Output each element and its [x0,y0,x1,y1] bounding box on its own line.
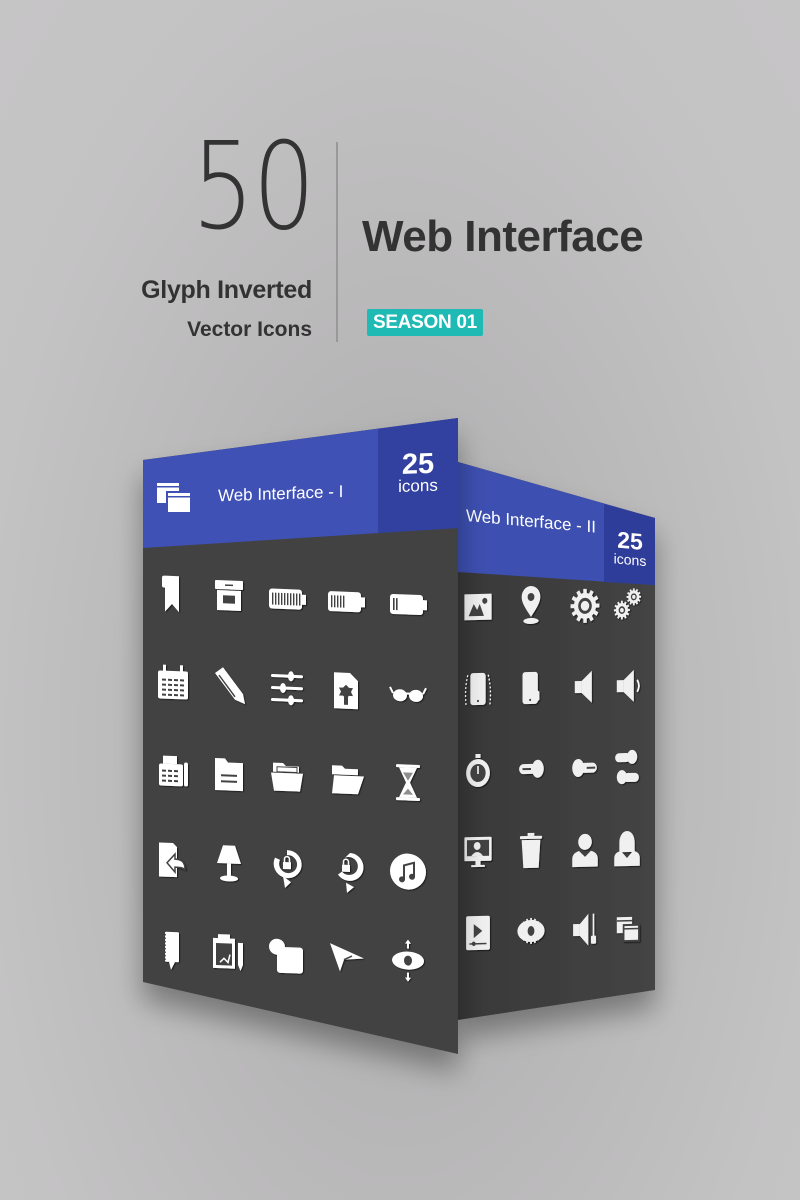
sliders-icon [271,671,303,706]
panel-2-count-label: icons [614,550,647,569]
video-player-icon [466,915,490,951]
battery-full-icon [269,588,306,610]
document-folder-icon [215,757,243,792]
battery-half-icon [328,591,365,613]
panel-1-count-label: icons [398,476,438,496]
archive-box-icon [215,579,243,612]
open-folder-icon [271,762,303,792]
image-icon [464,593,492,621]
pack-panel-2: Web Interface - II 25 icons [458,462,655,1020]
certificate-file-icon [334,672,358,710]
battery-low-icon [390,593,427,616]
pack-panel-1: Web Interface - I 25 icons [143,418,458,1054]
trash-icon [519,832,543,869]
icon-pack-box: Web Interface - II 25 icons Web Interfac… [143,418,655,1054]
hand-phone-icon [522,671,540,705]
